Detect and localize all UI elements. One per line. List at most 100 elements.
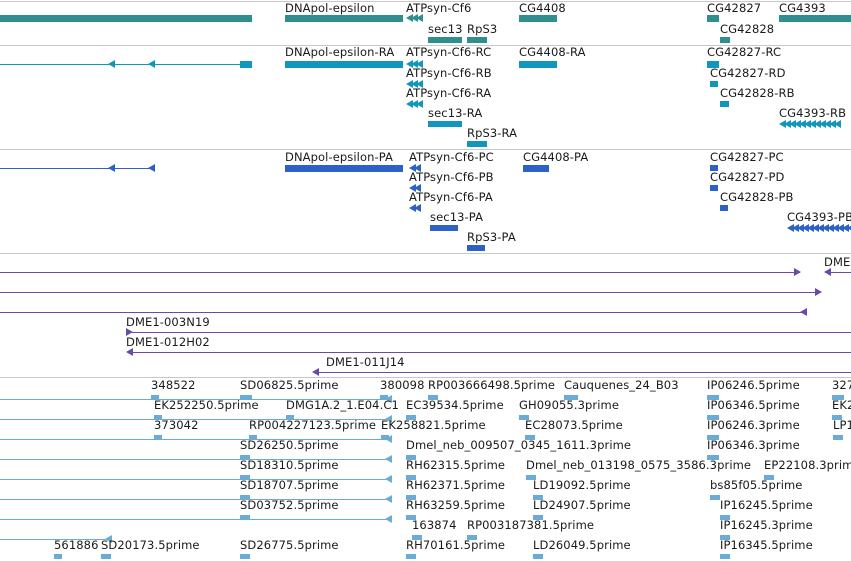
est-label[interactable]: RH63259.5prime [406,499,505,512]
gene-label[interactable]: CG4393 [779,2,826,15]
protein-label[interactable]: CG42827-PD [710,171,784,184]
est-label[interactable]: SD26250.5prime [240,439,339,452]
gene-glyph[interactable] [779,15,851,22]
est-label[interactable]: LD24907.5prime [533,499,631,512]
clone-label[interactable]: DME1-003N19 [126,316,210,329]
exon-glyph[interactable] [240,61,252,68]
transcript-label[interactable]: CG4393-RB [779,107,846,120]
gene-glyph-left[interactable] [0,15,252,22]
transcript-label[interactable]: CG4408-RA [519,46,586,59]
feature-glyph[interactable] [710,495,720,500]
gene-glyph[interactable] [467,37,487,43]
gene-glyph[interactable] [428,37,462,43]
cds-glyph[interactable] [430,225,458,231]
est-label[interactable]: RP003666498.5prime [428,379,555,392]
feature-glyph[interactable] [54,554,62,559]
protein-label[interactable]: CG4408-PA [523,151,588,164]
transcript-label[interactable]: CG42827-RD [710,67,786,80]
est-label[interactable]: SD03752.5prime [240,499,339,512]
transcript-label[interactable]: CG42827-RC [707,46,781,59]
transcript-label[interactable]: ATPsyn-Cf6-RC [406,46,491,59]
transcript-label[interactable]: RpS3-RA [467,127,517,140]
cds-glyph[interactable] [285,165,403,172]
gene-label[interactable]: CG42827 [707,2,761,15]
est-label[interactable]: Dmel_neb_013198_0575_3586.3prime [526,459,751,472]
est-label[interactable]: SD06825.5prime [240,379,339,392]
est-label[interactable]: RH62315.5prime [406,459,505,472]
exon-glyph[interactable] [710,81,718,87]
exon-glyph[interactable] [467,141,487,147]
feature-glyph[interactable] [240,554,250,559]
est-label[interactable]: RH62371.5prime [406,479,505,492]
gene-label[interactable]: CG4408 [519,2,566,15]
gene-label[interactable]: DNApol-epsilon [285,2,375,15]
transcript-label[interactable]: ATPsyn-Cf6-RA [406,87,491,100]
exon-glyph[interactable] [720,101,729,107]
est-label[interactable]: LD19092.5prime [533,479,631,492]
protein-label[interactable]: ATPsyn-Cf6-PC [409,151,494,164]
gene-glyph[interactable] [707,15,719,22]
est-label[interactable]: SD26775.5prime [240,539,339,552]
protein-label[interactable]: CG42828-PB [720,191,794,204]
feature-glyph[interactable] [533,554,543,559]
est-label[interactable]: EK252250.5prime [154,399,259,412]
exon-glyph[interactable] [428,121,462,127]
est-label[interactable]: IP06246.5prime [707,379,800,392]
est-label[interactable]: EC28073.5prime [525,419,623,432]
cds-glyph[interactable] [710,185,718,191]
protein-label[interactable]: CG4393-PB [787,211,851,224]
est-label[interactable]: 380098 [380,379,425,392]
feature-glyph[interactable] [240,515,250,520]
feature-glyph[interactable] [720,554,730,559]
protein-label[interactable]: DNApol-epsilon-PA [285,151,393,164]
transcript-label[interactable]: DNApol-epsilon-RA [285,46,394,59]
cds-glyph[interactable] [720,205,728,211]
est-label[interactable]: RP004227123.5prime [249,419,376,432]
clone-label[interactable]: DME1-012H02 [126,336,210,349]
est-label[interactable]: SD18310.5prime [240,459,339,472]
est-label[interactable]: 561886 [54,539,99,552]
gene-label[interactable]: sec13 [428,23,463,36]
protein-label[interactable]: CG42827-PC [710,151,784,164]
est-label[interactable]: IP16245.3prime [720,519,813,532]
est-label[interactable]: EC39534.5prime [406,399,504,412]
protein-label[interactable]: sec13-PA [430,211,483,224]
protein-label[interactable]: ATPsyn-Cf6-PB [409,171,494,184]
exon-glyph[interactable] [519,61,557,68]
feature-glyph[interactable] [833,435,843,440]
est-label[interactable]: IP06246.3prime [707,419,800,432]
gene-glyph[interactable] [720,37,730,43]
protein-label[interactable]: ATPsyn-Cf6-PA [409,191,493,204]
est-label[interactable]: EK258821.5prime [381,419,486,432]
transcript-label[interactable]: CG42828-RB [720,87,795,100]
est-label[interactable]: 327 [832,379,851,392]
est-label[interactable]: EP22108.3prime [764,459,851,472]
est-label[interactable]: 373042 [154,419,199,432]
cds-glyph[interactable] [523,165,549,172]
est-label[interactable]: bs85f05.5prime [710,479,802,492]
feature-glyph[interactable] [154,435,162,440]
est-label[interactable]: 163874 [412,519,457,532]
est-label[interactable]: IP16345.5prime [720,539,813,552]
est-label[interactable]: EK2 [832,399,851,412]
transcript-label[interactable]: sec13-RA [428,107,482,120]
est-label[interactable]: IP06346.5prime [707,399,800,412]
transcript-label[interactable]: ATPsyn-Cf6-RB [406,67,492,80]
est-label[interactable]: IP06346.3prime [707,439,800,452]
clone-label[interactable]: DME1-011J14 [326,356,405,369]
gene-glyph[interactable] [519,15,557,22]
est-label[interactable]: LD26049.5prime [533,539,631,552]
est-label[interactable]: SD18707.5prime [240,479,339,492]
exon-glyph[interactable] [285,61,403,68]
feature-glyph[interactable] [101,554,111,559]
est-label[interactable]: IP16245.5prime [720,499,813,512]
est-label[interactable]: RP003187381.5prime [467,519,594,532]
est-label[interactable]: Dmel_neb_009507_0345_1611.3prime [406,439,631,452]
est-label[interactable]: Cauquenes_24_B03 [564,379,679,392]
est-label[interactable]: GH09055.3prime [519,399,619,412]
est-label[interactable]: SD20173.5prime [101,539,200,552]
gene-label[interactable]: RpS3 [467,23,497,36]
feature-glyph[interactable] [381,435,389,440]
est-label[interactable]: RH70161.5prime [406,539,505,552]
est-label[interactable]: 348522 [151,379,196,392]
